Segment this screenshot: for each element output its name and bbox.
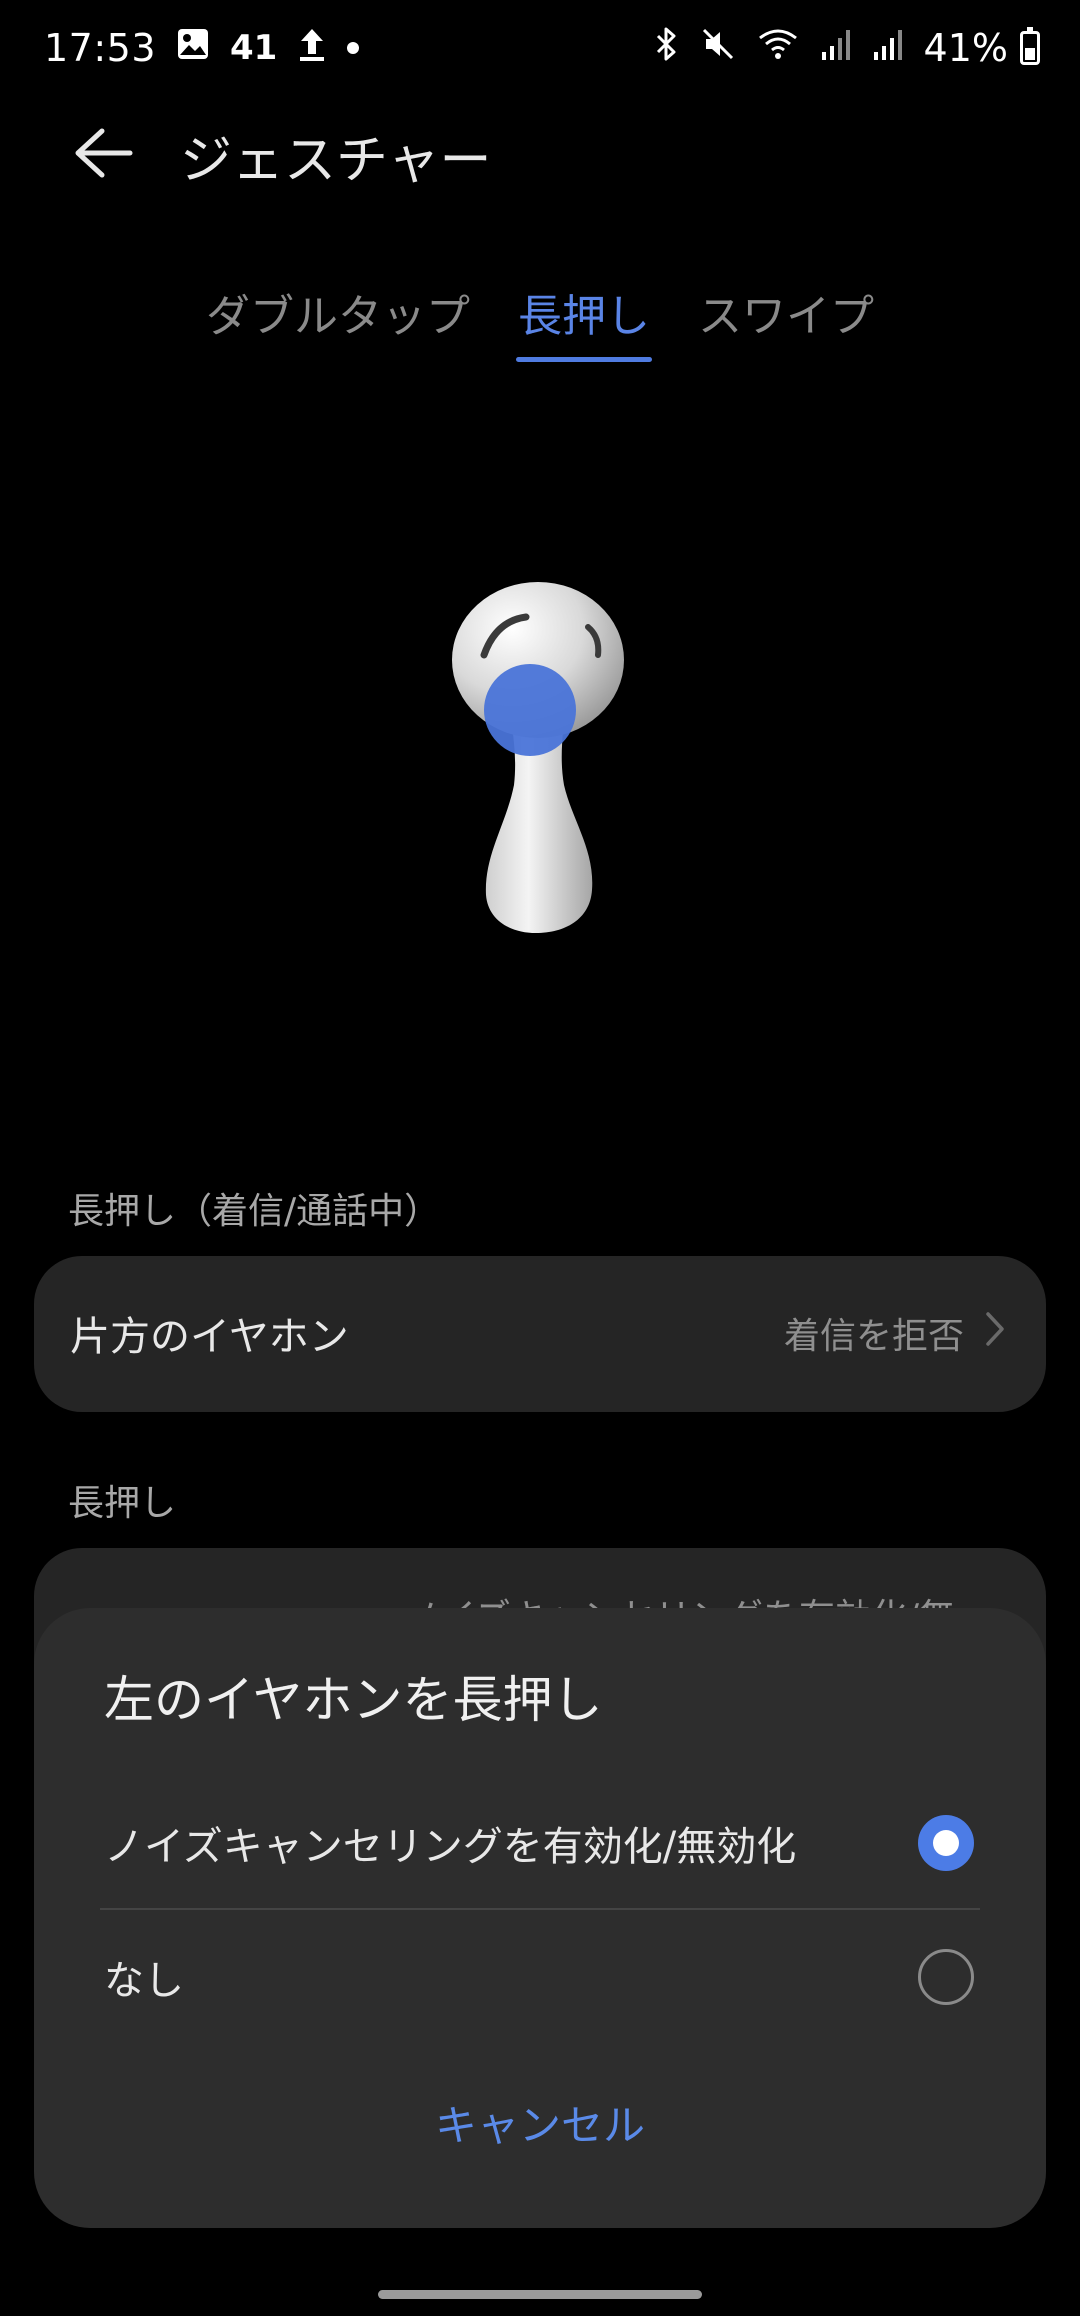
signal-icon-1: [820, 26, 852, 71]
option-none-label: なし: [104, 1958, 184, 2004]
wifi-icon: [756, 26, 800, 71]
notification-dot-icon: [347, 42, 360, 54]
section-label-call: 長押し（着信/通話中）: [68, 1191, 441, 1232]
bluetooth-icon: [652, 26, 680, 71]
call-one-earbud-row[interactable]: 片方のイヤホン 着信を拒否: [34, 1256, 1046, 1410]
radio-noise-cancelling[interactable]: [918, 1815, 974, 1871]
status-bar-right: 41%: [652, 26, 1040, 71]
tab-long-press[interactable]: 長押し: [516, 280, 652, 362]
back-button[interactable]: [68, 120, 138, 190]
back-arrow-icon: [72, 127, 134, 183]
dialog-title: 左のイヤホンを長押し: [104, 1671, 603, 1729]
battery-percent: 41%: [923, 26, 1008, 70]
mute-icon: [700, 26, 736, 71]
page-title: ジェスチャー: [180, 130, 492, 191]
home-indicator[interactable]: [378, 2290, 702, 2299]
radio-none[interactable]: [918, 1949, 974, 2005]
notification-count: 41: [230, 28, 278, 68]
screen: 17:53 41 41% ジェスチャー ダブルタップ 長押し スワイプ 長押し（…: [0, 0, 1080, 2316]
long-press-dialog: 左のイヤホンを長押し ノイズキャンセリングを有効化/無効化 なし キャンセル: [34, 1608, 1046, 2228]
tab-swipe[interactable]: スワイプ: [698, 280, 874, 362]
status-bar-left: 17:53 41: [44, 26, 360, 71]
radio-selected-dot: [933, 1830, 959, 1856]
cancel-button[interactable]: キャンセル: [34, 2092, 1046, 2153]
section-label-long-press: 長押し: [68, 1483, 177, 1524]
call-row-label: 片方のイヤホン: [70, 1314, 349, 1360]
call-row-value-group: 着信を拒否: [784, 1307, 1006, 1359]
signal-icon-2: [872, 26, 904, 71]
status-bar: 17:53 41 41%: [0, 0, 1080, 96]
gallery-icon: [176, 26, 210, 70]
app-header: ジェスチャー: [0, 110, 1080, 200]
option-none[interactable]: なし: [100, 1910, 980, 2044]
tab-double-tap[interactable]: ダブルタップ: [206, 280, 470, 362]
option-noise-cancelling-label: ノイズキャンセリングを有効化/無効化: [104, 1824, 797, 1870]
upload-icon: [297, 26, 327, 71]
status-time: 17:53: [44, 26, 157, 70]
earbud-illustration: [440, 575, 640, 935]
option-noise-cancelling[interactable]: ノイズキャンセリングを有効化/無効化: [100, 1776, 980, 1910]
battery-icon: [1020, 27, 1040, 65]
call-row-value: 着信を拒否: [783, 1316, 964, 1357]
call-settings-card: 片方のイヤホン 着信を拒否: [34, 1256, 1046, 1412]
chevron-right-icon: [984, 1310, 1006, 1357]
gesture-tabs: ダブルタップ 長押し スワイプ: [0, 280, 1080, 362]
